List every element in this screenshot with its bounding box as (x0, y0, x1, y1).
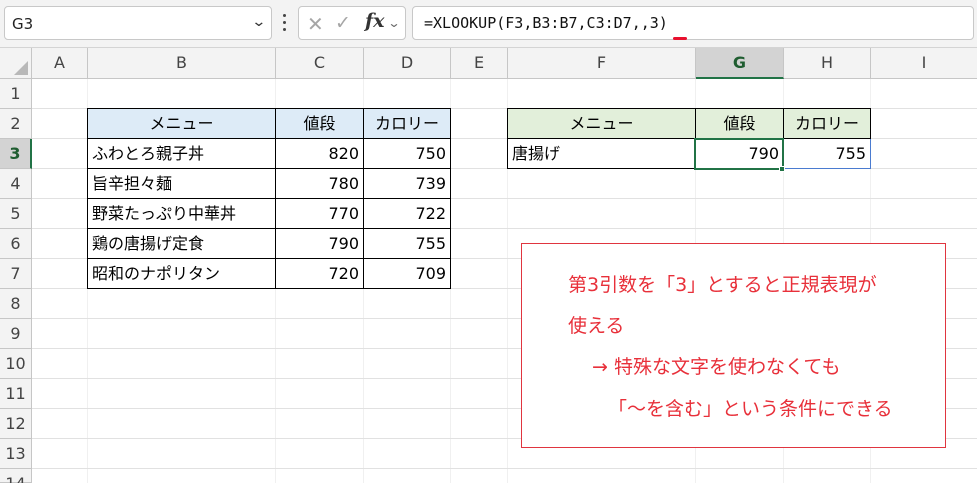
table-cell-menu[interactable]: 野菜たっぷり中華丼 (88, 199, 276, 229)
column-header-c[interactable]: C (276, 48, 364, 79)
column-header-b[interactable]: B (88, 48, 276, 79)
row-header-5[interactable]: 5 (0, 199, 32, 229)
row-header-3[interactable]: 3 (0, 139, 32, 169)
column-header-h[interactable]: H (784, 48, 871, 79)
table-cell-menu[interactable]: 鶏の唐揚げ定食 (88, 229, 276, 259)
lookup-cell-menu[interactable]: 唐揚げ (508, 139, 696, 169)
column-header-g[interactable]: G (696, 48, 784, 79)
table-cell-price[interactable]: 720 (276, 259, 364, 289)
column-header-e[interactable]: E (451, 48, 508, 79)
row-header-11[interactable]: 11 (0, 379, 32, 409)
row-header-10[interactable]: 10 (0, 349, 32, 379)
table-cell-price[interactable]: 780 (276, 169, 364, 199)
lookup-header-price[interactable]: 値段 (696, 109, 784, 139)
annotation-callout: 第3引数を「3」とすると正規表現が 使える → 特殊な文字を使わなくても 「～を… (521, 243, 946, 448)
row-header-9[interactable]: 9 (0, 319, 32, 349)
row-header-12[interactable]: 12 (0, 409, 32, 439)
table-header-price[interactable]: 値段 (276, 109, 364, 139)
row-header-8[interactable]: 8 (0, 289, 32, 319)
chevron-down-icon[interactable]: ⌄ (252, 14, 267, 30)
fill-handle[interactable] (779, 166, 785, 172)
table-cell-price[interactable]: 790 (276, 229, 364, 259)
callout-line-3: → 特殊な文字を使わなくても (592, 356, 841, 378)
row-header-4[interactable]: 4 (0, 169, 32, 199)
row-header-14[interactable]: 14 (0, 469, 32, 483)
column-header-d[interactable]: D (364, 48, 451, 79)
column-header-a[interactable]: A (32, 48, 88, 79)
insert-function-icon[interactable]: fx (365, 10, 385, 32)
table-cell-menu[interactable]: 昭和のナポリタン (88, 259, 276, 289)
active-cell-selection[interactable] (694, 138, 784, 170)
callout-line-2: 使える (568, 315, 625, 337)
table-header-calorie[interactable]: カロリー (364, 109, 451, 139)
lookup-table: メニュー 値段 カロリー 唐揚げ 790 755 (507, 108, 871, 169)
row-header-7[interactable]: 7 (0, 259, 32, 289)
chevron-down-icon[interactable]: ⌄ (387, 16, 400, 30)
row-header-1[interactable]: 1 (0, 79, 32, 109)
column-header-i[interactable]: I (871, 48, 977, 79)
enter-check-icon[interactable]: ✓ (335, 12, 351, 34)
formula-bar: G3 ⌄ ✕ ✓ fx ⌄ =XLOOKUP(F3,B3:B7,C3:D7,,3… (0, 0, 977, 48)
table-cell-calorie[interactable]: 739 (364, 169, 451, 199)
formula-text: =XLOOKUP(F3,B3:B7,C3:D7,,3) (424, 14, 668, 32)
source-table: メニュー 値段 カロリー ふわとろ親子丼 820 750 旨辛担々麺 780 7… (87, 108, 451, 289)
column-header-f[interactable]: F (508, 48, 696, 79)
more-options-icon[interactable] (280, 12, 290, 34)
name-box[interactable]: G3 ⌄ (4, 6, 272, 40)
callout-line-1: 第3引数を「3」とすると正規表現が (568, 274, 877, 296)
select-all-triangle-icon (14, 61, 28, 75)
formula-buttons: ✕ ✓ fx ⌄ (298, 6, 406, 40)
table-cell-calorie[interactable]: 750 (364, 139, 451, 169)
select-all-button[interactable] (0, 48, 32, 79)
formula-underline-mark (673, 37, 687, 40)
table-cell-calorie[interactable]: 709 (364, 259, 451, 289)
table-cell-price[interactable]: 820 (276, 139, 364, 169)
formula-input[interactable]: =XLOOKUP(F3,B3:B7,C3:D7,,3) (412, 6, 974, 40)
table-cell-calorie[interactable]: 722 (364, 199, 451, 229)
name-box-value: G3 (12, 15, 34, 33)
table-cell-menu[interactable]: 旨辛担々麺 (88, 169, 276, 199)
row-header-6[interactable]: 6 (0, 229, 32, 259)
table-cell-menu[interactable]: ふわとろ親子丼 (88, 139, 276, 169)
lookup-cell-calorie[interactable]: 755 (784, 139, 871, 169)
lookup-header-calorie[interactable]: カロリー (784, 109, 871, 139)
table-cell-price[interactable]: 770 (276, 199, 364, 229)
table-cell-calorie[interactable]: 755 (364, 229, 451, 259)
cancel-icon[interactable]: ✕ (307, 12, 324, 36)
lookup-header-menu[interactable]: メニュー (508, 109, 696, 139)
table-header-menu[interactable]: メニュー (88, 109, 276, 139)
row-header-2[interactable]: 2 (0, 109, 32, 139)
callout-line-4: 「～を含む」という条件にできる (608, 398, 893, 420)
row-header-13[interactable]: 13 (0, 439, 32, 469)
